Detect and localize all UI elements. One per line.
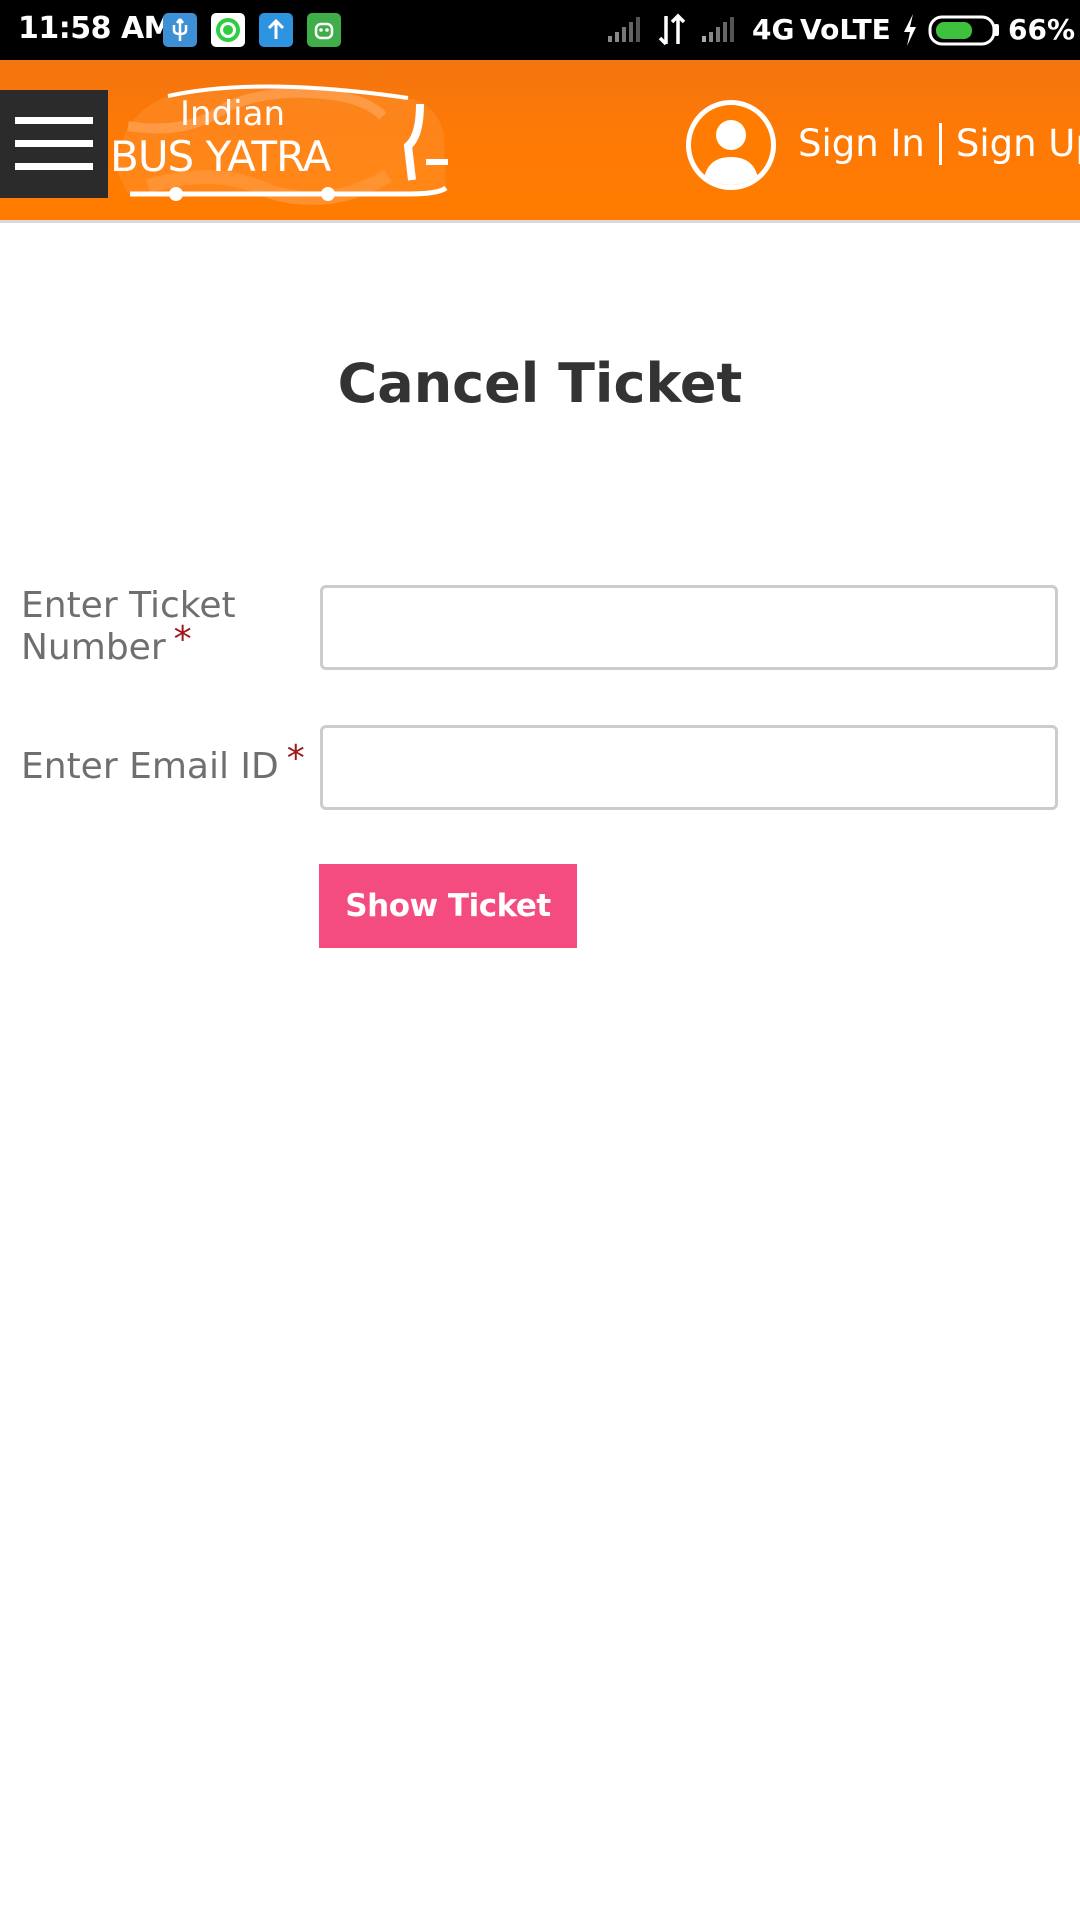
app-header: Indian BUS YATRA Sign In Sign Up — [0, 60, 1080, 223]
ticket-number-label-line1: Enter Ticket — [21, 585, 236, 626]
indian-bus-yatra-logo[interactable]: Indian BUS YATRA — [108, 76, 468, 211]
battery-percent: 66% — [1008, 13, 1076, 46]
ticket-number-label: Enter Ticket Number * — [21, 585, 236, 669]
sign-up-link[interactable]: Sign Up — [956, 122, 1080, 165]
menu-icon-bar — [15, 163, 93, 170]
email-label-text: Enter Email ID — [21, 746, 279, 787]
page-title: Cancel Ticket — [337, 352, 743, 415]
menu-icon-bar — [15, 140, 93, 147]
upload-icon — [259, 13, 293, 47]
whatsapp-icon — [211, 13, 245, 47]
volte-indicator: VoLTE — [800, 13, 891, 46]
required-marker: * — [286, 738, 305, 779]
required-marker: * — [173, 619, 192, 660]
charging-icon — [900, 0, 920, 60]
signal-1-icon — [606, 0, 646, 60]
battery-icon — [928, 0, 1002, 60]
ticket-number-label-line2: Number — [21, 627, 166, 668]
network-type: 4G — [752, 13, 795, 46]
hamburger-menu-button[interactable] — [0, 90, 108, 198]
logo-text-indian: Indian — [180, 94, 285, 134]
email-label: Enter Email ID * — [21, 738, 305, 788]
auth-links: Sign In Sign Up — [798, 120, 1080, 170]
status-time: 11:58 AM — [18, 11, 174, 46]
android-icon — [307, 13, 341, 47]
email-input[interactable] — [320, 725, 1058, 810]
show-ticket-button[interactable]: Show Ticket — [319, 864, 577, 948]
signal-2-icon — [700, 0, 742, 60]
logo-text-bus-yatra: BUS YATRA — [110, 132, 331, 181]
ticket-number-input[interactable] — [320, 585, 1058, 670]
menu-icon-bar — [15, 117, 93, 124]
sign-in-link[interactable]: Sign In — [798, 122, 925, 165]
usb-icon — [163, 13, 197, 47]
auth-divider — [938, 122, 942, 165]
status-bar: 11:58 AM 4G VoLTE 66% — [0, 0, 1080, 60]
data-transfer-icon — [656, 0, 688, 60]
user-avatar-icon[interactable] — [686, 100, 776, 190]
